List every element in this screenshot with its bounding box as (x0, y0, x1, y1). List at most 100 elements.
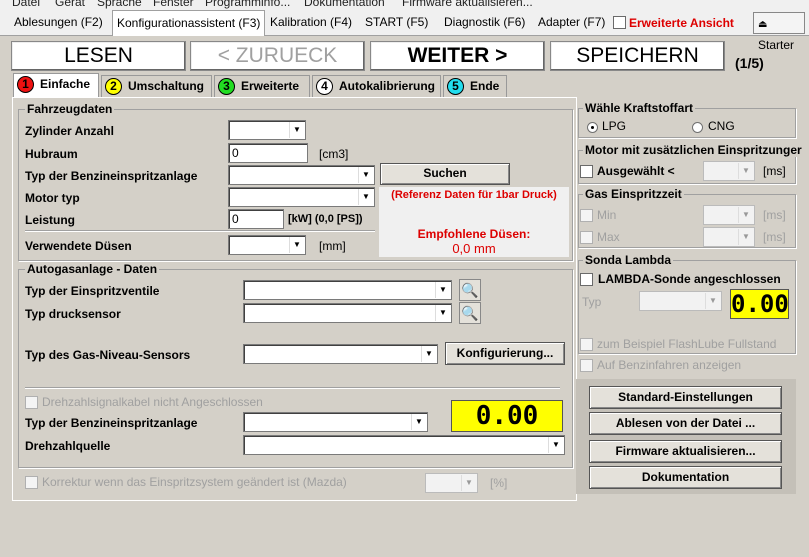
divider (25, 230, 375, 232)
weiter-button[interactable]: WEITER > (370, 41, 545, 71)
duesen-unit: [mm] (319, 239, 346, 253)
wizard-tab-ende[interactable]: 5 Ende (443, 75, 507, 97)
lambda-typ-select[interactable]: ▼ (639, 291, 722, 311)
menu-programminfo[interactable]: Programminfo... (205, 0, 290, 9)
drucksensor-select[interactable]: ▼ (243, 303, 452, 323)
flashlube-checkbox[interactable] (580, 338, 593, 354)
erweiterte-ansicht-label: Erweiterte Ansicht (629, 16, 734, 30)
menu-fenster[interactable]: Fenster (153, 0, 194, 9)
wizard-tab-umschaltung[interactable]: 2 Umschaltung (101, 75, 212, 97)
lambda-checkbox[interactable] (580, 273, 593, 289)
menu-bar: Datei Gerät Sprache Fenster Programminfo… (0, 0, 809, 9)
wizard-tab-autokalibrierung[interactable]: 4 Autokalibrierung (312, 75, 441, 97)
max-select[interactable]: ▼ (703, 227, 755, 247)
starter-button[interactable]: ⏏ Starter (753, 12, 805, 52)
ausgewaehlt-unit: [ms] (763, 164, 786, 178)
flashlube-label: zum Beispiel FlashLube Fullstand (597, 337, 777, 351)
ablesen-datei-button[interactable]: Ablesen von der Datei ... (589, 412, 782, 435)
min-label: Min (597, 208, 617, 222)
wizard-tab-einfache[interactable]: 1 Einfache (13, 73, 99, 98)
firmware-button[interactable]: Firmware aktualisieren... (589, 440, 782, 463)
step-1-icon: 1 (17, 76, 34, 94)
menu-datei[interactable]: Datei (12, 0, 40, 9)
drehzahlkabel-checkbox[interactable] (25, 396, 38, 412)
benzinanlage-label: Typ der Benzineinspritzanlage (25, 169, 198, 183)
menu-dokumentation[interactable]: Dokumentation (304, 0, 385, 9)
referenz-label: (Referenz Daten für 1bar Druck) (391, 189, 557, 201)
tab-kalibration[interactable]: Kalibration (F4) (266, 12, 356, 34)
menu-firmware[interactable]: Firmware aktualisieren... (402, 0, 533, 9)
speichern-button[interactable]: SPEICHERN (550, 41, 725, 71)
tab-adapter[interactable]: Adapter (F7) (534, 12, 609, 34)
leistung-label: Leistung (25, 213, 75, 227)
wizard-tab-label: Erweiterte (241, 79, 300, 93)
motortyp-select[interactable]: ▼ (228, 187, 375, 207)
drehzahlquelle-label: Drehzahlquelle (25, 439, 111, 453)
min-checkbox[interactable] (580, 209, 593, 225)
kraftstoff-title: Wähle Kraftstoffart (583, 101, 696, 115)
cng-label: CNG (708, 119, 735, 133)
wizard-tab-label: Ende (470, 79, 500, 93)
duesen-select[interactable]: ▼ (228, 235, 306, 255)
duesen-label: Verwendete Düsen (25, 239, 132, 253)
benzinanlage-select[interactable]: ▼ (228, 165, 375, 185)
drucksensor-label: Typ drucksensor (25, 307, 121, 321)
step-2-icon: 2 (105, 78, 122, 96)
tab-ablesungen[interactable]: Ablesungen (F2) (10, 12, 107, 34)
zurueck-button[interactable]: < ZURUECK (190, 41, 365, 71)
step-4-icon: 4 (316, 78, 333, 96)
benzinfahren-label: Auf Benzinfahren anzeigen (597, 358, 742, 372)
ausgewaehlt-select[interactable]: ▼ (703, 161, 755, 181)
korrektur-checkbox[interactable] (25, 476, 38, 492)
hubraum-unit: [cm3] (319, 147, 349, 161)
ventile-label: Typ der Einspritzventile (25, 284, 160, 298)
chevron-down-icon: ▼ (289, 237, 304, 253)
cng-radio[interactable] (692, 120, 703, 134)
dokumentation-button[interactable]: Dokumentation (589, 466, 782, 489)
benzinanlage2-select[interactable]: ▼ (243, 412, 428, 432)
ausgewaehlt-checkbox[interactable] (580, 165, 593, 181)
hubraum-value: 0 (232, 146, 239, 160)
drehzahlquelle-select[interactable]: ▼ (243, 435, 565, 455)
wizard-tab-erweiterte[interactable]: 3 Erweiterte (214, 75, 310, 97)
lambda-title: Sonda Lambda (583, 253, 674, 267)
lesen-button[interactable]: LESEN (11, 41, 186, 71)
standard-einstellungen-button[interactable]: Standard-Einstellungen (589, 386, 782, 409)
menu-sprache[interactable]: Sprache (97, 0, 142, 9)
korrektur-select[interactable]: ▼ (425, 473, 478, 493)
search-drucksensor-icon[interactable]: 🔍 (459, 302, 481, 324)
niveau-select[interactable]: ▼ (243, 344, 438, 364)
tab-konfigurationassistent[interactable]: Konfigurationassistent (F3) (112, 10, 266, 36)
hubraum-input[interactable]: 0 (228, 143, 308, 163)
leistung-value: 0 (232, 212, 239, 226)
benzinfahren-checkbox[interactable] (580, 359, 593, 375)
tab-start[interactable]: START (F5) (361, 12, 432, 34)
erweiterte-ansicht-checkbox[interactable] (613, 16, 626, 32)
chevron-down-icon: ▼ (358, 167, 373, 183)
chevron-down-icon: ▼ (548, 437, 563, 453)
leistung-input[interactable]: 0 (228, 209, 284, 229)
ventile-select[interactable]: ▼ (243, 280, 452, 300)
chevron-down-icon: ▼ (358, 189, 373, 205)
zylinder-select[interactable]: ▼ (228, 120, 306, 140)
wizard-tab-label: Einfache (40, 77, 91, 91)
search-ventile-icon[interactable]: 🔍 (459, 279, 481, 301)
chevron-down-icon: ▼ (738, 229, 753, 245)
lambda-typ-label: Typ (582, 295, 602, 309)
chevron-down-icon: ▼ (461, 475, 476, 491)
lpg-label: LPG (602, 119, 627, 133)
min-select[interactable]: ▼ (703, 205, 755, 225)
step-indicator: (1/5) (735, 55, 764, 71)
lambda-display: 0.00 (730, 289, 789, 319)
konfigurierung-button[interactable]: Konfigurierung... (445, 342, 565, 365)
gaszeit-title: Gas Einspritzzeit (583, 187, 684, 201)
step-5-icon: 5 (447, 78, 464, 96)
drehzahl-display: 0.00 (451, 400, 563, 432)
suchen-button[interactable]: Suchen (380, 163, 510, 185)
tab-diagnostik[interactable]: Diagnostik (F6) (440, 12, 529, 34)
chevron-down-icon: ▼ (411, 414, 426, 430)
menu-geraet[interactable]: Gerät (55, 0, 85, 9)
lpg-radio[interactable] (587, 120, 598, 134)
benzinanlage2-label: Typ der Benzineinspritzanlage (25, 416, 198, 430)
max-checkbox[interactable] (580, 231, 593, 247)
